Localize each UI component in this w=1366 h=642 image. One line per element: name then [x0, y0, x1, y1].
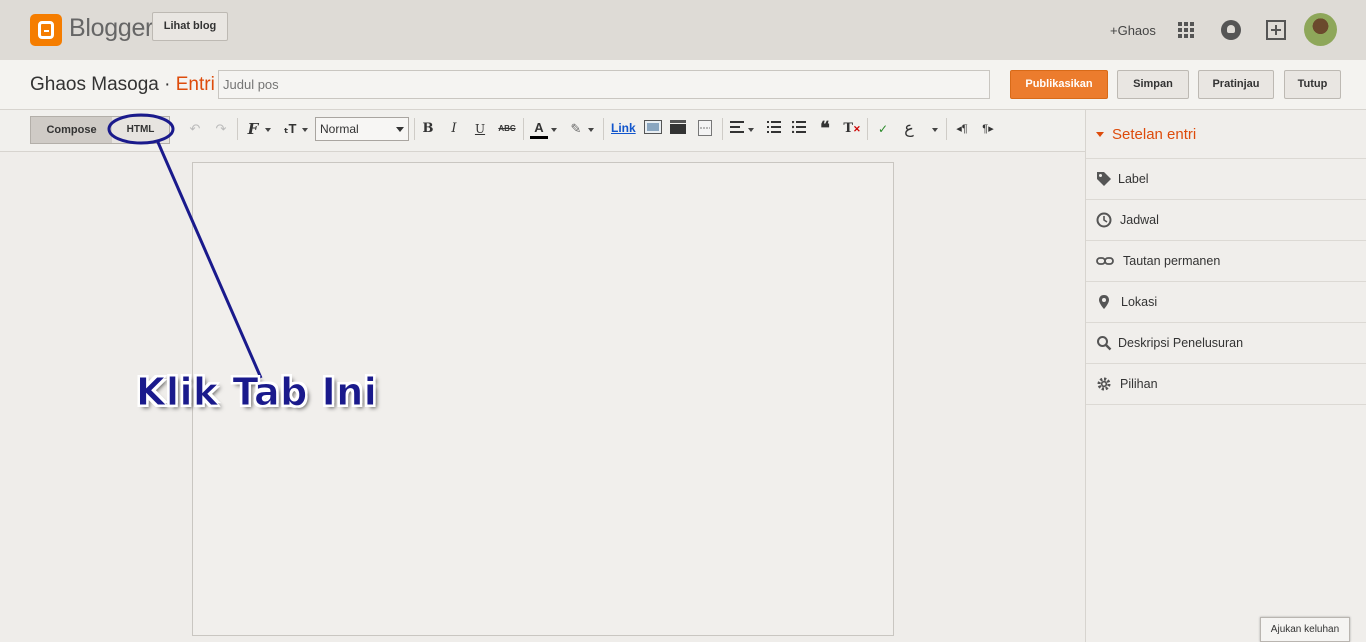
text-color-icon[interactable]: A	[530, 120, 548, 139]
close-button[interactable]: Tutup	[1284, 70, 1341, 99]
sidebar-item-text: Jadwal	[1120, 213, 1159, 227]
sidebar-item-search-description[interactable]: Deskripsi Penelusuran	[1086, 322, 1366, 363]
toolbar-divider	[414, 118, 415, 140]
avatar[interactable]	[1304, 13, 1337, 46]
annotation-text: Klik Tab Ini	[135, 370, 378, 415]
tab-html[interactable]: HTML	[112, 117, 169, 143]
sidebar-item-label[interactable]: Label	[1086, 158, 1366, 199]
underline-icon[interactable]: U	[472, 120, 488, 138]
blog-name: Ghaos Masoga ·	[30, 74, 176, 95]
section-name: Entri	[175, 74, 215, 95]
quote-icon[interactable]: ❝	[817, 120, 833, 138]
send-feedback-button[interactable]: Ajukan keluhan	[1260, 617, 1350, 642]
bold-icon[interactable]: B	[420, 120, 436, 138]
search-icon	[1096, 335, 1112, 351]
chevron-down-icon	[396, 127, 404, 132]
undo-icon[interactable]: ↶	[186, 120, 204, 138]
strikethrough-icon[interactable]: ABC	[497, 120, 517, 138]
align-icon[interactable]	[729, 120, 745, 138]
chevron-down-icon[interactable]	[265, 128, 271, 132]
toolbar-divider	[946, 118, 947, 140]
paragraph-format-select[interactable]: Normal	[315, 117, 409, 141]
bulleted-list-icon[interactable]	[791, 120, 807, 138]
notifications-bell-icon[interactable]	[1221, 20, 1241, 40]
insert-video-icon[interactable]	[670, 120, 686, 138]
sidebar-item-schedule[interactable]: Jadwal	[1086, 199, 1366, 240]
sidebar-item-location[interactable]: Lokasi	[1086, 281, 1366, 322]
share-plus-icon[interactable]	[1266, 20, 1286, 40]
ltr-direction-icon[interactable]: ◂¶	[954, 120, 970, 138]
insert-image-icon[interactable]	[644, 120, 662, 138]
rtl-direction-icon[interactable]: ¶▸	[980, 120, 996, 138]
link-icon	[1096, 253, 1114, 269]
sidebar-item-options[interactable]: Pilihan	[1086, 363, 1366, 404]
sidebar-item-text: Label	[1118, 172, 1149, 186]
chevron-down-icon[interactable]	[932, 128, 938, 132]
post-title-input[interactable]	[218, 70, 990, 99]
highlight-color-icon[interactable]: ✎	[567, 120, 585, 138]
apps-grid-icon[interactable]	[1178, 22, 1194, 38]
editor-mode-tabs: Compose HTML	[30, 116, 170, 144]
collapse-triangle-icon[interactable]	[1096, 132, 1104, 137]
sidebar-item-permalink[interactable]: Tautan permanen	[1086, 240, 1366, 281]
format-value: Normal	[320, 122, 359, 136]
tag-icon	[1096, 171, 1112, 187]
chevron-down-icon[interactable]	[551, 128, 557, 132]
sidebar-item-text: Pilihan	[1120, 377, 1158, 391]
location-pin-icon	[1096, 294, 1112, 310]
font-family-icon[interactable]: F	[244, 120, 262, 138]
blogger-logo-icon[interactable]	[30, 14, 62, 46]
italic-icon[interactable]: I	[446, 120, 462, 138]
sidebar-item-text: Lokasi	[1121, 295, 1158, 309]
sidebar-item-text: Tautan permanen	[1123, 254, 1221, 268]
sidebar-item-text: Deskripsi Penelusuran	[1118, 336, 1244, 350]
font-size-icon[interactable]: ₜT	[280, 120, 300, 138]
toolbar-divider	[523, 118, 524, 140]
chevron-down-icon[interactable]	[748, 128, 754, 132]
remove-formatting-icon[interactable]: T✕	[843, 120, 861, 138]
link-button[interactable]: Link	[611, 121, 636, 135]
input-tools-icon[interactable]: ع	[900, 120, 918, 138]
google-plus-user-link[interactable]: +Ghaos	[1110, 23, 1156, 38]
chevron-down-icon[interactable]	[588, 128, 594, 132]
clock-icon	[1096, 212, 1112, 228]
publish-button[interactable]: Publikasikan	[1010, 70, 1108, 99]
save-button[interactable]: Simpan	[1117, 70, 1189, 99]
toolbar-divider	[867, 118, 868, 140]
page-title: Ghaos Masoga · Entri	[30, 74, 215, 96]
preview-button[interactable]: Pratinjau	[1198, 70, 1274, 99]
brand-name[interactable]: Blogger	[69, 14, 153, 43]
spellcheck-icon[interactable]: ✓	[874, 120, 892, 138]
chevron-down-icon[interactable]	[302, 128, 308, 132]
toolbar-divider	[237, 118, 238, 140]
gear-icon	[1096, 376, 1112, 392]
toolbar-divider	[722, 118, 723, 140]
tab-compose[interactable]: Compose	[31, 117, 112, 143]
post-settings-title[interactable]: Setelan entri	[1112, 126, 1196, 143]
toolbar-divider	[603, 118, 604, 140]
insert-jump-break-icon[interactable]	[697, 120, 713, 138]
view-blog-button[interactable]: Lihat blog	[152, 12, 228, 41]
divider	[1086, 404, 1366, 405]
redo-icon[interactable]: ↷	[212, 120, 230, 138]
numbered-list-icon[interactable]	[766, 120, 782, 138]
